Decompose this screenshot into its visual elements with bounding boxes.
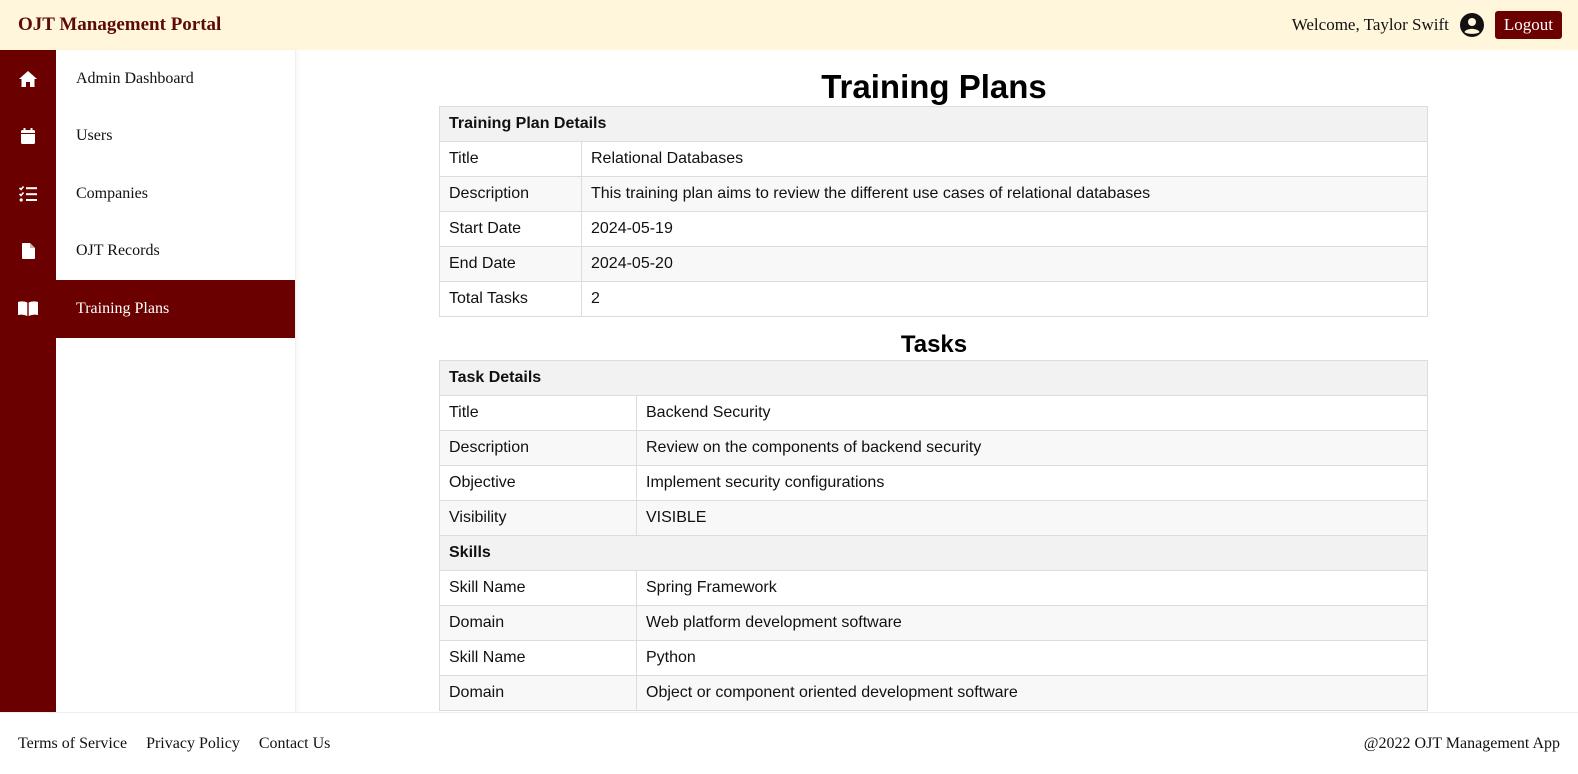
- row-value: VISIBLE: [636, 500, 1428, 536]
- table-row: Total Tasks 2: [439, 281, 1428, 317]
- row-value: Python: [636, 640, 1428, 676]
- page-title: Training Plans: [821, 68, 1047, 105]
- tasks-title: Tasks: [900, 331, 968, 358]
- file-icon[interactable]: [0, 222, 56, 279]
- sidebar: Admin Dashboard Users Companies OJT Reco…: [56, 50, 296, 712]
- row-value: Review on the components of backend secu…: [636, 430, 1428, 466]
- row-key: Description: [439, 176, 582, 212]
- row-key: Skill Name: [439, 640, 637, 676]
- table-row: Description This training plan aims to re…: [439, 176, 1428, 212]
- table-row: Title Backend Security: [439, 395, 1428, 431]
- row-value: Implement security configurations: [636, 465, 1428, 501]
- table-row: Domain Web platform development software: [439, 605, 1428, 641]
- task-table: Task Details Title Backend Security Descr…: [439, 360, 1428, 711]
- privacy-link[interactable]: Privacy Policy: [146, 735, 240, 752]
- row-value: Web platform development software: [636, 605, 1428, 641]
- footer-links: Terms of Service Privacy Policy Contact …: [18, 735, 345, 753]
- welcome-text: Welcome, Taylor Swift: [1291, 15, 1449, 34]
- home-icon[interactable]: [0, 50, 56, 107]
- row-key: Domain: [439, 605, 637, 641]
- row-value: Object or component oriented development…: [636, 675, 1428, 711]
- row-key: Title: [439, 141, 582, 177]
- row-value: 2024-05-19: [581, 211, 1428, 247]
- table-row: Title Relational Databases: [439, 141, 1428, 177]
- user-area: Welcome, Taylor Swift Logout: [1291, 11, 1562, 39]
- row-value: 2: [581, 281, 1428, 317]
- footer: Terms of Service Privacy Policy Contact …: [0, 712, 1578, 774]
- main-content: Training Plans Training Plan Details Tit…: [297, 50, 1578, 712]
- row-key: Start Date: [439, 211, 582, 247]
- logout-button[interactable]: Logout: [1494, 11, 1562, 39]
- checklist-icon[interactable]: [0, 165, 56, 222]
- terms-link[interactable]: Terms of Service: [18, 735, 127, 752]
- sidebar-item-ojt-records[interactable]: OJT Records: [56, 223, 295, 281]
- sidebar-item-companies[interactable]: Companies: [56, 165, 295, 223]
- table-row: Visibility VISIBLE: [439, 500, 1428, 536]
- contact-link[interactable]: Contact Us: [259, 735, 331, 752]
- table-row: Skill Name Spring Framework: [439, 570, 1428, 606]
- table-row: Objective Implement security configuratio…: [439, 465, 1428, 501]
- training-plan-table: Training Plan Details Title Relational Da…: [439, 106, 1428, 317]
- row-key: Objective: [439, 465, 637, 501]
- top-navbar: OJT Management Portal Welcome, Taylor Sw…: [0, 0, 1578, 50]
- table-row: Domain Object or component oriented devel…: [439, 675, 1428, 711]
- row-key: Title: [439, 395, 637, 431]
- table-header: Task Details: [439, 360, 1428, 396]
- row-value: 2024-05-20: [581, 246, 1428, 282]
- table-header: Training Plan Details: [439, 106, 1428, 142]
- row-key: Visibility: [439, 500, 637, 536]
- row-key: Skill Name: [439, 570, 637, 606]
- row-key: Total Tasks: [439, 281, 582, 317]
- sidebar-item-training-plans[interactable]: Training Plans: [56, 280, 295, 338]
- copyright-text: @2022 OJT Management App: [1363, 734, 1560, 752]
- skills-header: Skills: [439, 535, 1428, 571]
- book-icon[interactable]: [0, 280, 56, 337]
- row-key: Domain: [439, 675, 637, 711]
- row-value: Relational Databases: [581, 141, 1428, 177]
- table-row: Skill Name Python: [439, 640, 1428, 676]
- calendar-icon[interactable]: [0, 107, 56, 164]
- row-key: End Date: [439, 246, 582, 282]
- table-row: End Date 2024-05-20: [439, 246, 1428, 282]
- sidebar-item-admin-dashboard[interactable]: Admin Dashboard: [56, 50, 295, 108]
- table-row: Description Review on the components of b…: [439, 430, 1428, 466]
- row-value: Backend Security: [636, 395, 1428, 431]
- row-key: Description: [439, 430, 637, 466]
- table-row: Start Date 2024-05-19: [439, 211, 1428, 247]
- user-circle-icon[interactable]: [1459, 12, 1485, 38]
- row-value: Spring Framework: [636, 570, 1428, 606]
- sidebar-item-users[interactable]: Users: [56, 108, 295, 166]
- row-value: This training plan aims to review the di…: [581, 176, 1428, 212]
- icon-rail: [0, 50, 56, 712]
- brand-title[interactable]: OJT Management Portal: [18, 14, 221, 36]
